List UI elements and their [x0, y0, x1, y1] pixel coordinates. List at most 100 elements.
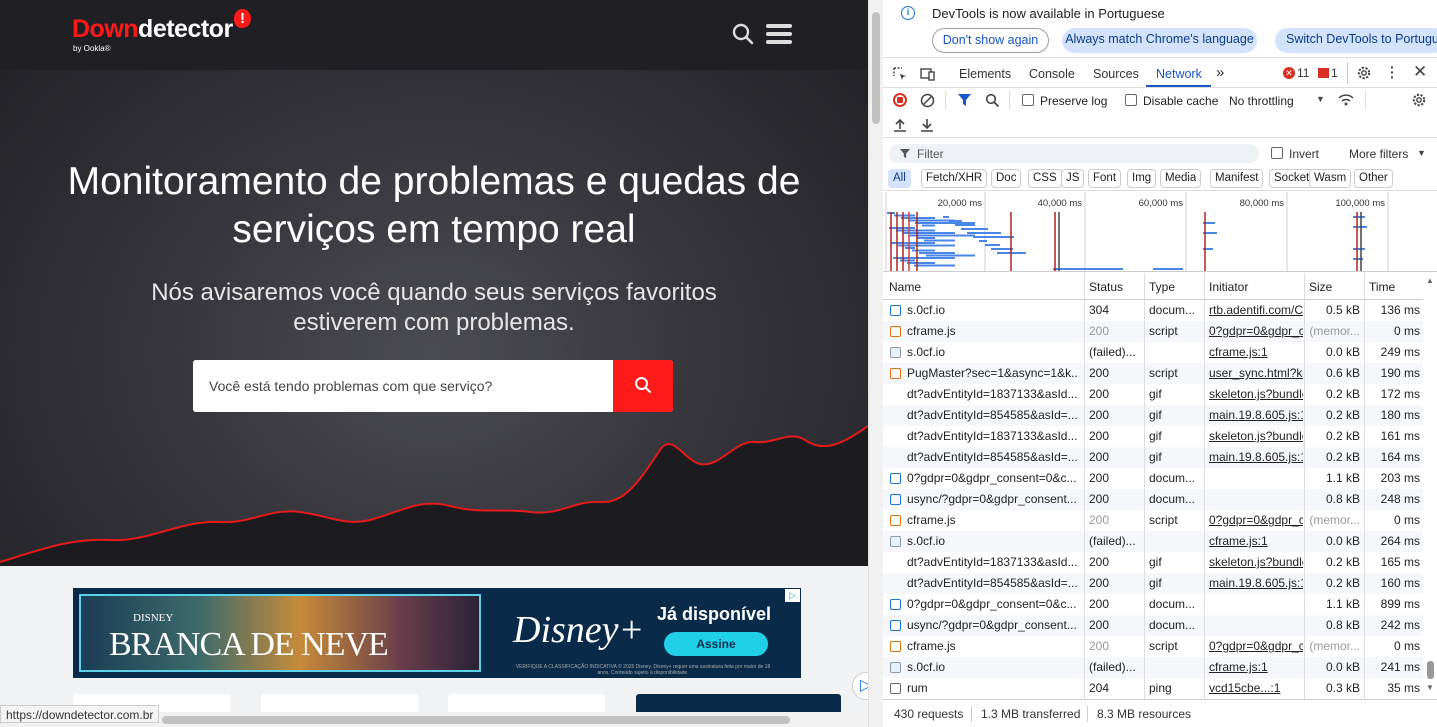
cell-initiator[interactable]: main.19.8.605.js:1	[1209, 405, 1303, 426]
throttling-select[interactable]: No throttling	[1229, 94, 1294, 108]
switch-language-button[interactable]: Switch DevTools to Portuguese	[1275, 28, 1437, 53]
tab-network[interactable]: Network	[1156, 67, 1202, 81]
carousel-next-icon[interactable]: ▷	[852, 672, 868, 700]
filter-chip-font[interactable]: Font	[1088, 169, 1122, 188]
table-row[interactable]: s.0cf.io 304 docum... rtb.adentifi.com/C 0.5…	[883, 300, 1423, 321]
page-vertical-scrollbar[interactable]	[868, 0, 883, 727]
cell-initiator[interactable]: vcd15cbe...:1	[1209, 678, 1303, 699]
chevron-down-icon[interactable]: ▼	[1316, 94, 1325, 104]
cell-initiator[interactable]: skeleton.js?bundle	[1209, 426, 1303, 447]
filter-chip-fetchxhr[interactable]: Fetch/XHR	[921, 169, 988, 188]
dont-show-again-button[interactable]: Don't show again	[932, 28, 1049, 53]
column-header-name[interactable]: Name	[889, 280, 921, 294]
column-header-initiator[interactable]: Initiator	[1209, 280, 1248, 294]
error-count[interactable]: 11	[1297, 66, 1309, 80]
table-row[interactable]: s.0cf.io (failed)... cframe.js:1 0.0 kB 249 …	[883, 342, 1423, 363]
service-search-input[interactable]	[193, 360, 613, 412]
filter-input[interactable]	[889, 144, 1259, 163]
tab-sources[interactable]: Sources	[1093, 67, 1139, 81]
column-header-time[interactable]: Time	[1369, 280, 1395, 294]
cell-initiator[interactable]: 0?gdpr=0&gdpr_c	[1209, 510, 1303, 531]
filter-chip-css[interactable]: CSS	[1028, 169, 1062, 188]
table-row[interactable]: s.0cf.io (failed)... cframe.js:1 0.0 kB 264 …	[883, 531, 1423, 552]
preserve-log-checkbox[interactable]	[1022, 94, 1034, 106]
filter-chip-manifest[interactable]: Manifest	[1210, 169, 1264, 188]
inspect-element-icon[interactable]	[893, 67, 908, 82]
table-row[interactable]: dt?advEntityId=854585&asId=... 200 gif main…	[883, 447, 1423, 468]
table-row[interactable]: rum 204 ping vcd15cbe...:1 0.3 kB 35 ms	[883, 678, 1423, 699]
column-header-type[interactable]: Type	[1149, 280, 1175, 294]
table-row[interactable]: dt?advEntityId=854585&asId=... 200 gif main…	[883, 405, 1423, 426]
filter-chip-all[interactable]: All	[888, 169, 911, 188]
cell-initiator[interactable]: 0?gdpr=0&gdpr_c	[1209, 636, 1303, 657]
cell-initiator[interactable]: cframe.js:1	[1209, 531, 1303, 552]
chevron-down-icon[interactable]: ▼	[1417, 148, 1426, 158]
table-row[interactable]: 0?gdpr=0&gdpr_consent=0&c... 200 docum... 1…	[883, 468, 1423, 489]
table-row[interactable]: dt?advEntityId=1837133&asId... 200 gif skel…	[883, 426, 1423, 447]
cell-initiator[interactable]: skeleton.js?bundle	[1209, 552, 1303, 573]
table-row[interactable]: 0?gdpr=0&gdpr_consent=0&c... 200 docum... 1…	[883, 594, 1423, 615]
table-row[interactable]: dt?advEntityId=854585&asId=... 200 gif main…	[883, 573, 1423, 594]
cell-initiator[interactable]: main.19.8.605.js:1	[1209, 447, 1303, 468]
filter-chip-img[interactable]: Img	[1127, 169, 1157, 188]
filter-chip-wasm[interactable]: Wasm	[1309, 169, 1352, 188]
export-har-icon[interactable]	[920, 118, 934, 132]
filter-funnel-icon[interactable]	[958, 94, 971, 107]
disney-plus-banner-ad[interactable]: DISNEY BRANCA DE NEVE Disney+ Já disponí…	[73, 588, 801, 678]
settings-gear-icon[interactable]	[1356, 65, 1372, 81]
table-scrollbar[interactable]: ▲ ▼	[1423, 273, 1437, 699]
table-row[interactable]: cframe.js 200 script 0?gdpr=0&gdpr_c (memor.…	[883, 636, 1423, 657]
disable-cache-checkbox[interactable]	[1125, 94, 1137, 106]
filter-chip-js[interactable]: JS	[1061, 169, 1085, 188]
error-icon[interactable]: ✕	[1283, 67, 1295, 79]
more-filters-dropdown[interactable]: More filters	[1349, 147, 1408, 161]
column-header-status[interactable]: Status	[1089, 280, 1123, 294]
issue-flag-icon[interactable]	[1318, 68, 1329, 78]
network-conditions-icon[interactable]	[1337, 92, 1355, 108]
table-row[interactable]: dt?advEntityId=1837133&asId... 200 gif skel…	[883, 552, 1423, 573]
adchoices-icon[interactable]: ▷	[785, 589, 800, 602]
network-timeline-overview[interactable]: 20,000 ms 40,000 ms 60,000 ms 80,000 ms 100,…	[883, 192, 1437, 272]
scrollbar-thumb[interactable]	[1427, 661, 1434, 679]
table-row[interactable]: usync/?gdpr=0&gdpr_consent... 200 docum...…	[883, 615, 1423, 636]
kebab-menu-icon[interactable]: · · ·	[1390, 60, 1395, 84]
cell-initiator[interactable]: user_sync.html?kd	[1209, 363, 1303, 384]
close-icon[interactable]: ✕	[1413, 62, 1427, 82]
cell-initiator[interactable]: cframe.js:1	[1209, 657, 1303, 678]
invert-checkbox[interactable]	[1271, 147, 1283, 159]
cell-initiator[interactable]: main.19.8.605.js:1	[1209, 573, 1303, 594]
scrollbar-thumb[interactable]	[872, 12, 880, 124]
issue-count[interactable]: 1	[1331, 66, 1338, 80]
table-row[interactable]: dt?advEntityId=1837133&asId... 200 gif skel…	[883, 384, 1423, 405]
scroll-down-arrow-icon[interactable]: ▼	[1426, 683, 1434, 692]
table-row[interactable]: s.0cf.io (failed)... cframe.js:1 0.0 kB 241 …	[883, 657, 1423, 678]
table-row[interactable]: PugMaster?sec=1&async=1&k... 200 script use…	[883, 363, 1423, 384]
cell-initiator[interactable]: 0?gdpr=0&gdpr_c	[1209, 321, 1303, 342]
table-row[interactable]: cframe.js 200 script 0?gdpr=0&gdpr_c (memor.…	[883, 510, 1423, 531]
scrollbar-thumb[interactable]	[162, 716, 790, 724]
column-header-size[interactable]: Size	[1309, 280, 1332, 294]
filter-chip-socket[interactable]: Socket	[1269, 169, 1315, 188]
tab-elements[interactable]: Elements	[959, 67, 1011, 81]
downdetector-logo[interactable]: Downdetector!	[72, 9, 251, 44]
search-icon[interactable]	[985, 93, 1000, 108]
cell-initiator[interactable]: cframe.js:1	[1209, 342, 1303, 363]
import-har-icon[interactable]	[893, 118, 907, 132]
filter-chip-doc[interactable]: Doc	[991, 169, 1022, 188]
more-tabs-icon[interactable]: »	[1216, 64, 1224, 81]
always-match-language-button[interactable]: Always match Chrome's language	[1062, 28, 1257, 53]
filter-chip-other[interactable]: Other	[1354, 169, 1393, 188]
record-stop-icon[interactable]	[893, 93, 907, 107]
table-row[interactable]: usync/?gdpr=0&gdpr_consent... 200 docum...…	[883, 489, 1423, 510]
ad-subscribe-button[interactable]: Assine	[664, 632, 768, 656]
filter-chip-media[interactable]: Media	[1160, 169, 1202, 188]
tab-console[interactable]: Console	[1029, 67, 1075, 81]
hamburger-menu-icon[interactable]	[766, 24, 792, 44]
table-row[interactable]: cframe.js 200 script 0?gdpr=0&gdpr_c (memor.…	[883, 321, 1423, 342]
cell-initiator[interactable]: rtb.adentifi.com/C	[1209, 300, 1303, 321]
device-toolbar-icon[interactable]	[920, 67, 936, 82]
clear-icon[interactable]	[920, 93, 935, 108]
search-icon[interactable]	[731, 22, 755, 46]
network-settings-gear-icon[interactable]	[1411, 92, 1427, 108]
search-submit-button[interactable]	[613, 360, 673, 412]
